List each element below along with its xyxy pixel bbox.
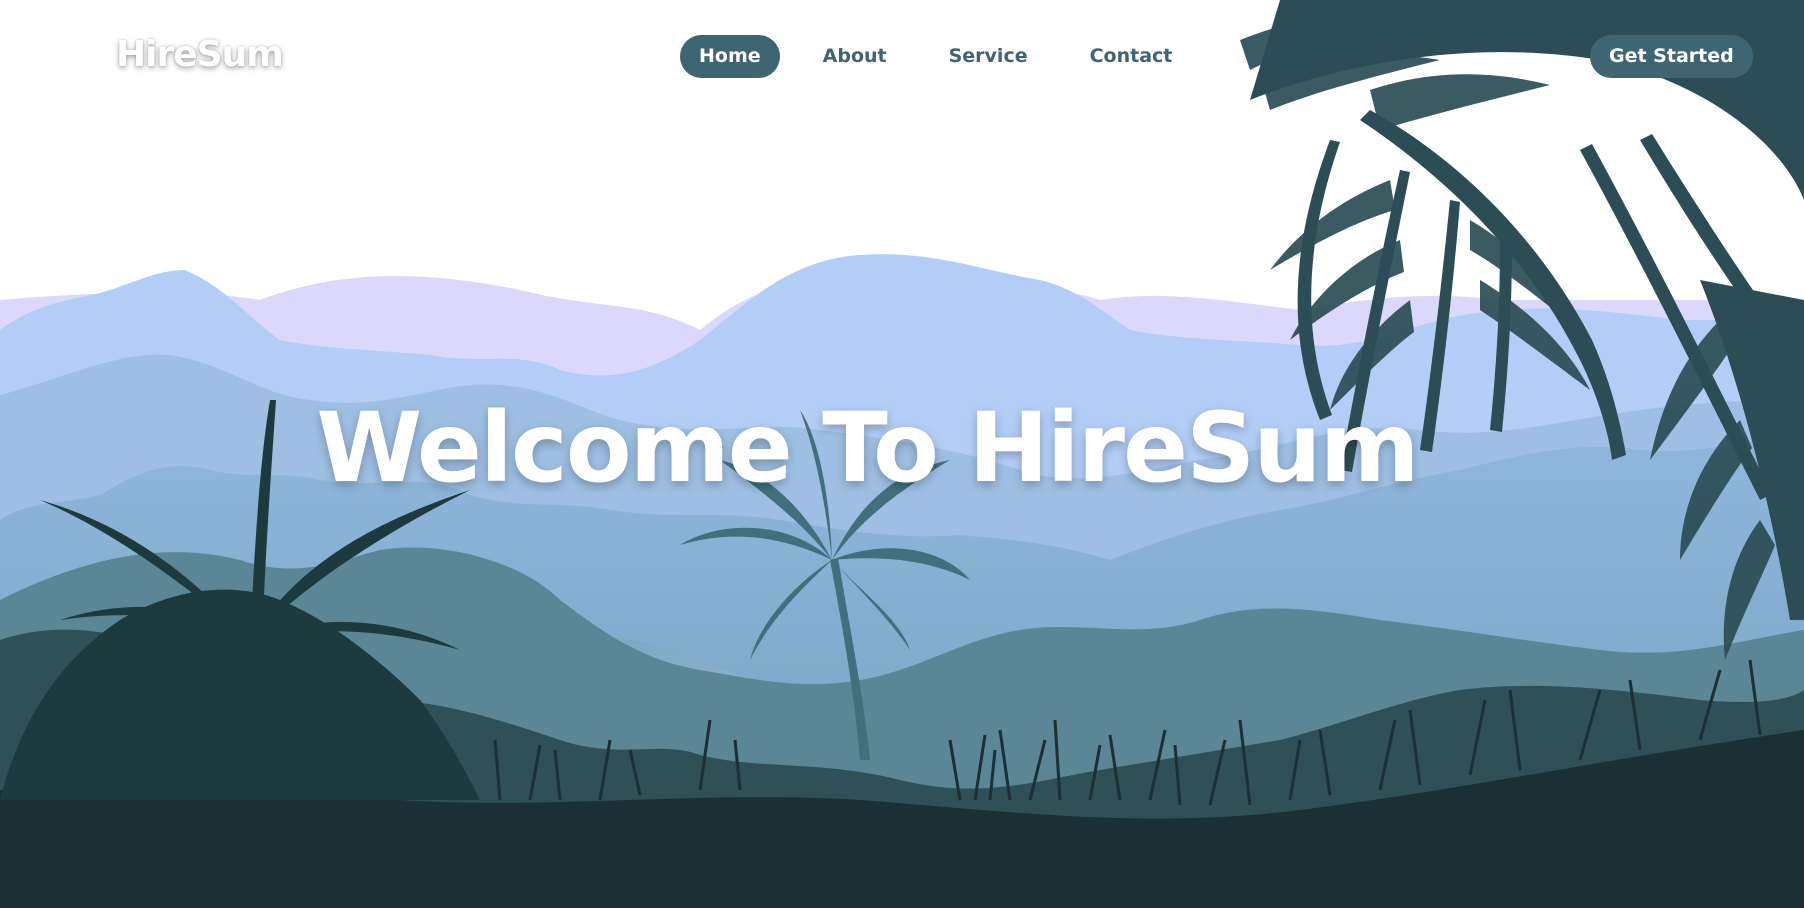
nav-item-service[interactable]: Service (930, 35, 1047, 78)
brand-logo[interactable]: HireSum (116, 34, 284, 75)
main-navigation: Home About Service Contact (680, 35, 1215, 78)
hero-title: Welcome To HireSum (316, 392, 1419, 504)
nav-item-about[interactable]: About (804, 35, 906, 78)
nav-item-contact[interactable]: Contact (1071, 35, 1192, 78)
get-started-button[interactable]: Get Started (1590, 35, 1753, 78)
nav-item-home[interactable]: Home (680, 35, 780, 78)
